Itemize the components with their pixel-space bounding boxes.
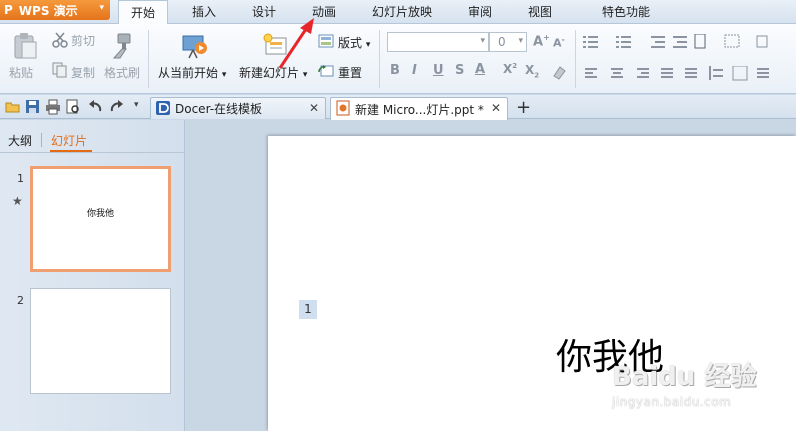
menu-slideshow[interactable]: 幻灯片放映: [363, 0, 441, 24]
redo-icon[interactable]: [109, 99, 125, 115]
font-size-select[interactable]: 0 ▾: [489, 32, 527, 52]
italic-icon[interactable]: I: [412, 63, 417, 78]
animation-star-icon: ★: [12, 194, 23, 208]
tab-outline[interactable]: 大纲: [8, 132, 32, 149]
annotation-arrow-icon: [278, 18, 314, 69]
paragraph-tools-row1: [583, 34, 768, 49]
paste-button[interactable]: 粘贴: [9, 64, 33, 81]
undo-icon[interactable]: [87, 99, 103, 115]
ppt-file-icon: [336, 100, 350, 116]
from-current-caret-icon: ▾: [221, 70, 227, 80]
pane-divider: [0, 152, 185, 153]
reset-icon: [318, 65, 334, 77]
pane-tab-separator: [41, 133, 42, 147]
underline-icon[interactable]: U: [433, 63, 444, 78]
copy-button[interactable]: 复制: [71, 64, 95, 81]
print-preview-icon[interactable]: [65, 99, 81, 115]
ribbon-separator: [379, 30, 380, 88]
ribbon-toolbar: 粘贴 剪切 复制 格式刷 从当前开始 ▾ 新建幻灯片 ▾ 版式 ▾ 重置 ▾ 0…: [0, 24, 796, 94]
menu-bar: P WPS 演示 ▾ 开始 插入 设计 动画 幻灯片放映 审阅 视图 特色功能: [0, 0, 796, 25]
tab-presentation[interactable]: 新建 Micro...灯片.ppt * ✕: [330, 97, 508, 120]
layout-label: 版式: [338, 36, 363, 50]
paste-icon: [14, 33, 37, 59]
format-painter-button[interactable]: 格式刷: [104, 64, 140, 81]
print-icon[interactable]: [45, 99, 61, 115]
app-menu-button[interactable]: P WPS 演示 ▾: [0, 0, 110, 20]
slide-thumbnail-1[interactable]: 你我他: [30, 166, 171, 272]
decrease-font-icon[interactable]: A-: [553, 35, 565, 50]
tab-slides[interactable]: 幻灯片: [51, 132, 87, 149]
slides-pane: 大纲 幻灯片 1 ★ 你我他 2: [0, 120, 185, 431]
paragraph-tools-row2: [585, 66, 769, 81]
clear-format-icon[interactable]: [551, 64, 567, 80]
reset-button[interactable]: 重置: [338, 64, 362, 81]
docer-logo-icon: [156, 101, 170, 115]
layout-button[interactable]: 版式 ▾: [338, 34, 370, 51]
format-painter-icon: [112, 33, 131, 59]
quick-access-caret-icon[interactable]: ▾: [134, 100, 139, 110]
thumbnail-number: 2: [17, 294, 24, 307]
open-folder-icon[interactable]: [5, 99, 21, 115]
superscript-icon[interactable]: X2: [503, 62, 517, 76]
ribbon-separator: [148, 30, 149, 88]
document-tab-bar: ▾ Docer-在线模板 ✕ 新建 Micro...灯片.ppt * ✕: [0, 95, 796, 120]
ribbon-separator: [575, 30, 576, 88]
slide-title-text[interactable]: 你我他: [556, 328, 664, 380]
font-size-value: 0: [498, 35, 506, 49]
layout-icon: [318, 34, 334, 48]
cut-icon: [52, 32, 68, 48]
play-from-current-icon: [182, 35, 207, 59]
from-current-button[interactable]: 从当前开始 ▾: [158, 64, 226, 81]
wps-logo-icon: P: [4, 3, 13, 17]
from-current-label: 从当前开始: [158, 66, 219, 80]
close-tab-icon[interactable]: ✕: [491, 101, 501, 115]
new-tab-button[interactable]: +: [516, 97, 531, 118]
subscript-icon[interactable]: X2: [525, 63, 539, 79]
app-name: WPS 演示: [18, 3, 78, 18]
menu-view[interactable]: 视图: [516, 0, 564, 24]
menu-insert[interactable]: 插入: [180, 0, 228, 24]
thumbnail-number: 1: [17, 172, 24, 185]
font-size-caret-icon: ▾: [518, 36, 523, 46]
increase-font-icon[interactable]: A+: [533, 33, 550, 49]
font-color-icon[interactable]: A: [475, 62, 485, 77]
layout-caret-icon: ▾: [365, 40, 371, 50]
menu-home[interactable]: 开始: [118, 0, 168, 25]
cut-button[interactable]: 剪切: [71, 32, 95, 49]
app-menu-caret-icon: ▾: [99, 3, 104, 13]
bold-icon[interactable]: B: [390, 63, 400, 78]
slide-canvas[interactable]: [268, 136, 796, 431]
tab-docer-templates[interactable]: Docer-在线模板 ✕: [150, 97, 326, 119]
shadow-icon[interactable]: S: [455, 63, 464, 78]
thumbnail-text: 你我他: [86, 209, 114, 219]
font-name-caret-icon: ▾: [480, 36, 485, 46]
menu-special-features[interactable]: 特色功能: [581, 0, 671, 24]
tab-label: Docer-在线模板: [175, 102, 263, 116]
slide-number-placeholder[interactable]: 1: [299, 300, 317, 319]
close-tab-icon[interactable]: ✕: [309, 101, 319, 115]
copy-icon: [52, 62, 67, 78]
tab-label: 新建 Micro...灯片.ppt *: [355, 102, 484, 117]
save-icon[interactable]: [25, 99, 41, 115]
menu-review[interactable]: 审阅: [456, 0, 504, 24]
font-name-select[interactable]: ▾: [387, 32, 489, 52]
slide-thumbnail-2[interactable]: [30, 288, 171, 394]
